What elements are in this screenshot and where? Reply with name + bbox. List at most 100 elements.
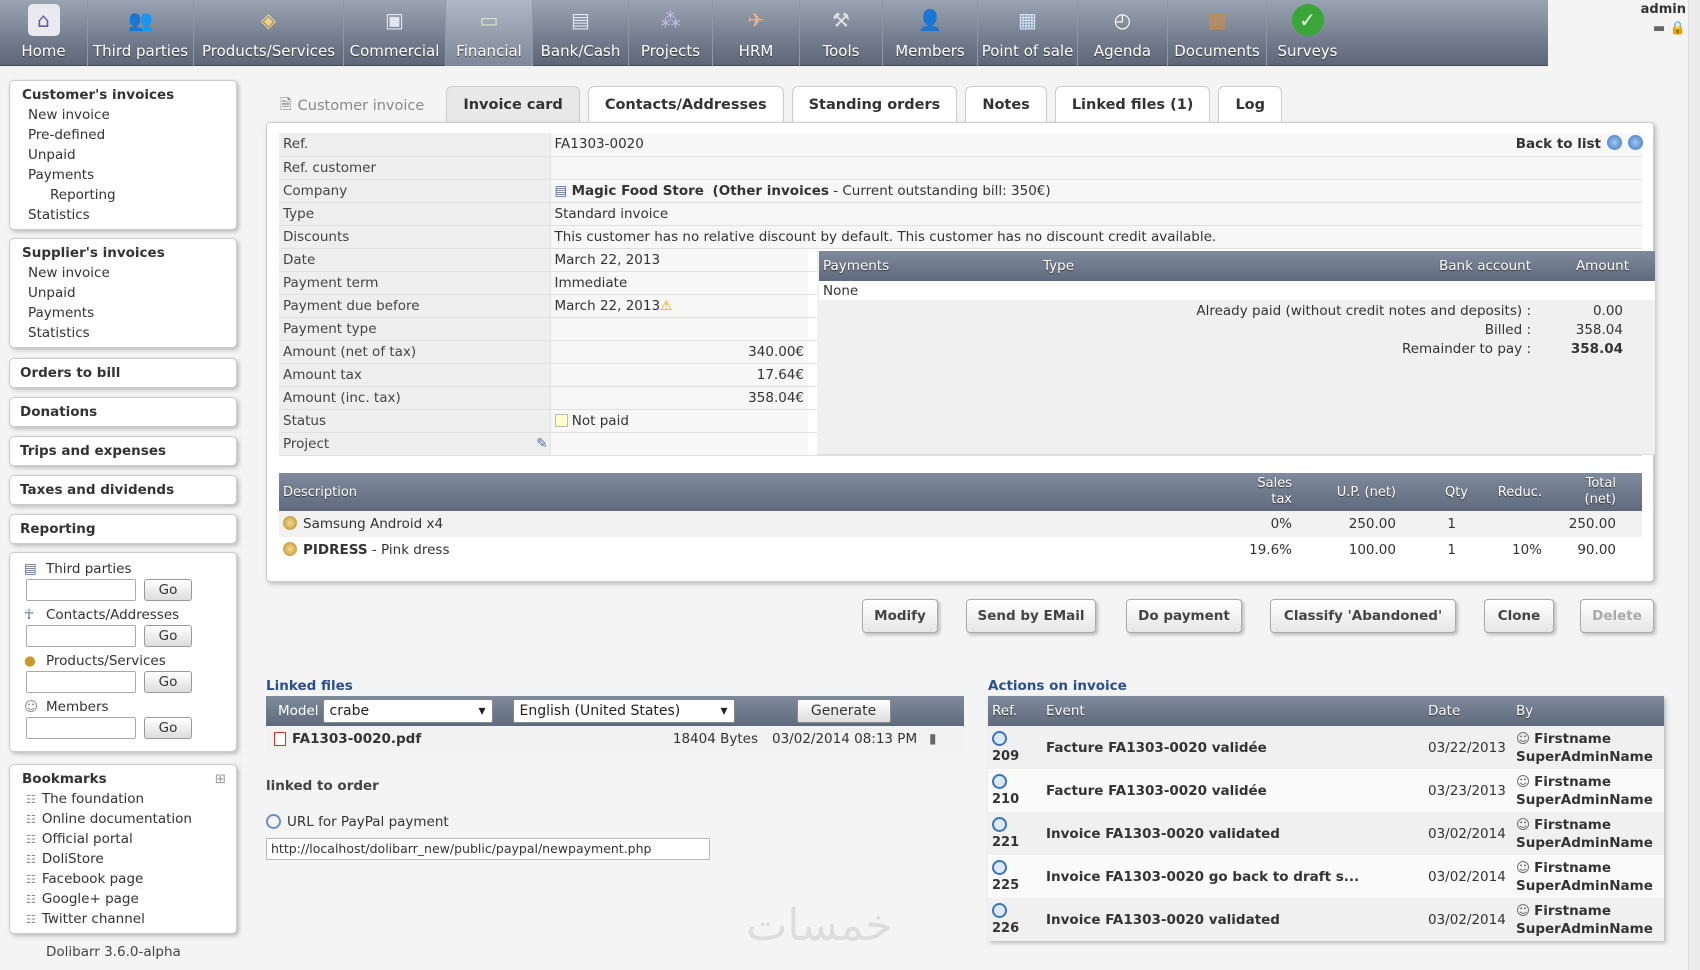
- menu-orders-to-bill[interactable]: Orders to bill: [9, 358, 237, 388]
- other-invoices-link[interactable]: (Other invoices: [713, 183, 829, 199]
- left-unpaid[interactable]: Unpaid: [28, 147, 226, 163]
- table-row[interactable]: PIDRESS - Pink dress 19.6% 100.00 1 10% …: [279, 537, 1642, 563]
- back-to-list-link[interactable]: Back to list: [1516, 135, 1643, 152]
- menu-tools[interactable]: ⚒ Tools: [800, 0, 883, 66]
- home-icon: ⌂: [27, 4, 60, 36]
- left-statistics[interactable]: Statistics: [28, 207, 226, 223]
- projects-icon: ⁂: [660, 8, 681, 32]
- search-contacts-input[interactable]: [26, 625, 136, 647]
- left-supplier-payments[interactable]: Payments: [28, 305, 226, 321]
- menu-projects[interactable]: ⁂ Projects: [629, 0, 713, 66]
- search-products-go[interactable]: Go: [144, 671, 192, 693]
- file-delete-icon[interactable]: ▮: [929, 731, 936, 747]
- modify-button[interactable]: Modify: [862, 599, 938, 633]
- menu-home[interactable]: ⌂ Home: [0, 0, 88, 66]
- bookmark-item[interactable]: ☷ DoliStore: [26, 851, 226, 867]
- left-supplier-statistics[interactable]: Statistics: [28, 325, 226, 341]
- lock-icon[interactable]: 🔒: [1670, 21, 1686, 36]
- paypal-url-input[interactable]: http://localhost/dolibarr_new/public/pay…: [266, 838, 710, 860]
- search-products-input[interactable]: [26, 671, 136, 693]
- menu-financial[interactable]: ▭ Financial: [446, 0, 533, 66]
- send-email-button[interactable]: Send by EMail: [966, 599, 1096, 633]
- tab-log[interactable]: Log: [1218, 86, 1283, 122]
- left-predefined[interactable]: Pre-defined: [28, 127, 226, 143]
- previous-arrow-icon[interactable]: [1607, 135, 1622, 150]
- events-event-header: Event: [1046, 703, 1085, 719]
- tab-invoice-card[interactable]: Invoice card: [446, 86, 580, 122]
- left-new-invoice[interactable]: New invoice: [28, 107, 226, 123]
- do-payment-button[interactable]: Do payment: [1126, 599, 1242, 633]
- ref-customer-value[interactable]: [550, 156, 1642, 180]
- table-row[interactable]: 226 Invoice FA1303-0020 validated 03/02/…: [988, 898, 1664, 941]
- lines-description-header: Description: [283, 484, 358, 500]
- language-select[interactable]: English (United States) ▾: [512, 699, 735, 723]
- menu-products-services[interactable]: ◈ Products/Services: [194, 0, 344, 66]
- clone-button[interactable]: Clone: [1484, 599, 1554, 633]
- edit-project-icon[interactable]: ✎: [536, 436, 547, 452]
- tab-linked-files[interactable]: Linked files (1): [1054, 86, 1211, 122]
- left-supplier-new-invoice[interactable]: New invoice: [28, 265, 226, 281]
- bookmark-item[interactable]: ☷ Google+ page: [26, 891, 226, 907]
- table-row[interactable]: 210 Facture FA1303-0020 validée 03/23/20…: [988, 769, 1664, 812]
- classify-abandoned-button[interactable]: Classify 'Abandoned': [1270, 599, 1456, 633]
- tab-standing-orders[interactable]: Standing orders: [791, 86, 958, 122]
- table-row[interactable]: Samsung Android x4 0% 250.00 1 250.00: [279, 511, 1642, 537]
- next-arrow-icon[interactable]: [1628, 135, 1643, 150]
- bookmark-item[interactable]: ☷ Twitter channel: [26, 911, 226, 927]
- menu-surveys[interactable]: ✓ Surveys: [1267, 0, 1348, 66]
- bookmarks-manage-icon[interactable]: ⊞: [215, 771, 226, 787]
- linked-file-row: FA1303-0020.pdf 18404 Bytes 03/02/2014 0…: [266, 726, 964, 752]
- left-payments-reporting[interactable]: Reporting: [50, 187, 226, 203]
- table-row[interactable]: 221 Invoice FA1303-0020 validated 03/02/…: [988, 812, 1664, 855]
- user-icon: ☺: [1516, 816, 1531, 833]
- menu-hrm[interactable]: ✈ HRM: [713, 0, 800, 66]
- bookmark-item[interactable]: ☷ Online documentation: [26, 811, 226, 827]
- menu-members[interactable]: 👤 Members: [883, 0, 978, 66]
- printer-icon[interactable]: ▬: [1653, 21, 1665, 36]
- bookmark-item[interactable]: ☷ The foundation: [26, 791, 226, 807]
- login-username[interactable]: admin: [1560, 2, 1686, 17]
- model-select[interactable]: crabe ▾: [322, 699, 493, 723]
- pdf-file-link[interactable]: FA1303-0020.pdf: [292, 731, 664, 747]
- menu-reporting[interactable]: Reporting: [9, 514, 237, 544]
- menu-trips-expenses[interactable]: Trips and expenses: [9, 436, 237, 466]
- menu-agenda[interactable]: ◴ Agenda: [1078, 0, 1168, 66]
- menu-commercial[interactable]: ▣ Commercial: [344, 0, 446, 66]
- menu-bank-cash[interactable]: ▤ Bank/Cash: [533, 0, 629, 66]
- payments-table: Payments Type Bank account Amount None: [819, 251, 1655, 300]
- bookmark-item[interactable]: ☷ Official portal: [26, 831, 226, 847]
- search-third-parties-input[interactable]: [26, 579, 136, 601]
- discounts-value: This customer has no relative discount b…: [550, 225, 1642, 249]
- bookmark-icon: ☷: [26, 873, 36, 886]
- customer-invoices-title[interactable]: Customer's invoices: [22, 87, 226, 103]
- event-icon: [992, 774, 1007, 789]
- menu-donations[interactable]: Donations: [9, 397, 237, 427]
- menu-point-of-sale[interactable]: ▦ Point of sale: [978, 0, 1078, 66]
- menu-taxes-dividends[interactable]: Taxes and dividends: [9, 475, 237, 505]
- tab-contacts-addresses[interactable]: Contacts/Addresses: [587, 86, 784, 122]
- warning-icon: ⚠: [660, 297, 673, 314]
- product-ref-link[interactable]: PIDRESS: [303, 542, 368, 558]
- table-row[interactable]: 209 Facture FA1303-0020 validée 03/22/20…: [988, 726, 1664, 769]
- menu-third-parties[interactable]: 👥 Third parties: [88, 0, 194, 66]
- generate-button[interactable]: Generate: [796, 699, 891, 723]
- already-paid-value: 0.00: [1592, 303, 1623, 319]
- search-members-input[interactable]: [26, 717, 136, 739]
- search-contacts-label: Contacts/Addresses: [46, 607, 180, 623]
- table-row[interactable]: 225 Invoice FA1303-0020 go back to draft…: [988, 855, 1664, 898]
- search-members-go[interactable]: Go: [144, 717, 192, 739]
- tab-notes[interactable]: Notes: [965, 86, 1047, 122]
- bookmark-item[interactable]: ☷ Facebook page: [26, 871, 226, 887]
- delete-button[interactable]: Delete: [1580, 599, 1654, 633]
- amount-net-value: 340.00€: [550, 340, 808, 364]
- left-supplier-unpaid[interactable]: Unpaid: [28, 285, 226, 301]
- search-contacts-go[interactable]: Go: [144, 625, 192, 647]
- company-link[interactable]: Magic Food Store: [572, 183, 704, 199]
- supplier-invoices-title[interactable]: Supplier's invoices: [22, 245, 226, 261]
- invoice-card: Ref. FA1303-0020 Ref. customer Company ▤ M…: [266, 122, 1655, 582]
- window-scrollbar[interactable]: [1688, 0, 1700, 970]
- search-third-parties-go[interactable]: Go: [144, 579, 192, 601]
- left-payments[interactable]: Payments: [28, 167, 226, 183]
- menu-documents[interactable]: ▩ Documents: [1168, 0, 1267, 66]
- menu-block-supplier-invoices: Supplier's invoices New invoice Unpaid P…: [9, 238, 237, 348]
